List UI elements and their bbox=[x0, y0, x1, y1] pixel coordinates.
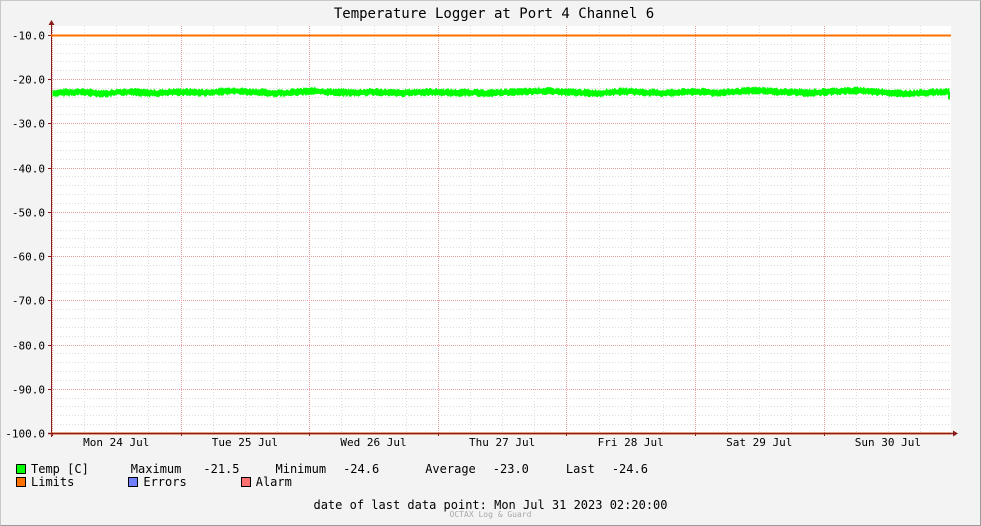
temp-swatch bbox=[16, 464, 26, 474]
chart-canvas: Temperature Logger at Port 4 Channel 6 -… bbox=[5, 6, 958, 449]
y-tick-label: -90.0 bbox=[12, 384, 45, 397]
maximum-value: -21.5 bbox=[203, 462, 240, 476]
minimum-value: -24.6 bbox=[343, 462, 380, 476]
legend-alarm-label: Alarm bbox=[255, 475, 292, 489]
y-tick-label: -70.0 bbox=[12, 295, 45, 308]
average-value: -23.0 bbox=[492, 462, 529, 476]
legend-temp-label: Temp [C] bbox=[31, 462, 89, 476]
legend-row-limits: Limits Errors Alarm bbox=[16, 475, 292, 489]
x-tick-label: Tue 25 Jul bbox=[212, 436, 278, 449]
y-tick-label: -80.0 bbox=[12, 340, 45, 353]
average-label: Average bbox=[425, 462, 476, 476]
maximum-label: Maximum bbox=[130, 462, 182, 476]
x-tick-label: Thu 27 Jul bbox=[469, 436, 535, 449]
watermark: OCTAX Log & Guard bbox=[449, 510, 532, 519]
y-tick-label: -10.0 bbox=[12, 30, 45, 43]
x-tick-label: Sun 30 Jul bbox=[855, 436, 921, 449]
last-label: Last bbox=[565, 462, 595, 476]
y-tick-label: -30.0 bbox=[12, 118, 45, 131]
chart-title: Temperature Logger at Port 4 Channel 6 bbox=[334, 6, 654, 22]
x-tick-label: Fri 28 Jul bbox=[598, 436, 664, 449]
x-axis-arrow bbox=[953, 430, 958, 437]
legend-errors-label: Errors bbox=[143, 475, 187, 489]
alarm-swatch bbox=[240, 477, 251, 487]
y-tick-label: -100.0 bbox=[5, 428, 45, 441]
y-tick-label: -50.0 bbox=[12, 207, 45, 220]
y-axis-arrow bbox=[48, 20, 55, 25]
y-tick-label: -60.0 bbox=[12, 251, 45, 264]
last-value: -24.6 bbox=[611, 462, 648, 476]
minimum-label: Minimum bbox=[275, 462, 327, 476]
errors-swatch bbox=[128, 477, 139, 487]
x-tick-label: Mon 24 Jul bbox=[83, 436, 149, 449]
y-tick-label: -40.0 bbox=[12, 163, 45, 176]
legend-limits-label: Limits bbox=[31, 475, 75, 489]
x-tick-label: Sat 29 Jul bbox=[726, 436, 792, 449]
limits-swatch bbox=[16, 477, 26, 487]
y-tick-label: -20.0 bbox=[12, 74, 45, 87]
legend-row-temp: Temp [C] Maximum -21.5 Minimum -24.6 Ave… bbox=[16, 462, 648, 476]
x-tick-label: Wed 26 Jul bbox=[340, 436, 406, 449]
